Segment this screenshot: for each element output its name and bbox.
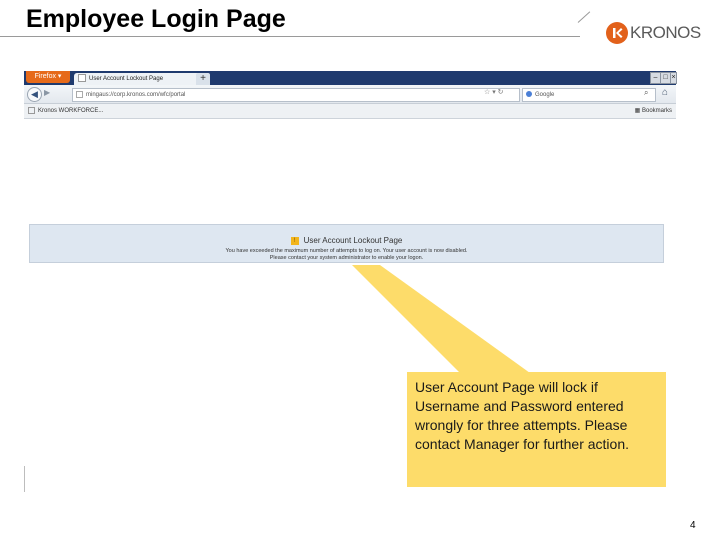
search-input[interactable]: Google <box>522 88 656 102</box>
browser-nav-bar: ◀ ▶ mingaus://corp.kronos.com/wfc/portal… <box>24 85 676 104</box>
browser-tab[interactable]: User Account Lockout Page <box>74 73 202 85</box>
bookmarks-label: Bookmarks <box>641 108 672 114</box>
page-number: 4 <box>690 520 696 531</box>
tab-favicon-icon <box>78 74 86 83</box>
firefox-menu-button[interactable]: Firefox ▾ <box>26 71 70 83</box>
bookmarks-menu[interactable]: ▦ Bookmarks <box>635 104 672 118</box>
bookmark-star-icon[interactable]: ☆ ▾ ↻ <box>484 88 504 96</box>
left-margin-tick <box>24 466 25 492</box>
home-icon[interactable]: ⌂ <box>662 87 668 98</box>
tab-title: User Account Lockout Page <box>89 76 164 82</box>
header-divider <box>0 36 580 37</box>
slide-title: Employee Login Page <box>26 5 286 33</box>
google-icon <box>526 91 532 98</box>
lockout-title: ! User Account Lockout Page <box>30 236 663 245</box>
lockout-message-line-2: Please contact your system administrator… <box>269 255 424 261</box>
warning-icon: ! <box>290 236 299 245</box>
bookmarks-toolbar: Kronos WORKFORCE... ▦ Bookmarks <box>24 104 676 119</box>
bookmark-item[interactable]: Kronos WORKFORCE... <box>38 108 103 114</box>
url-bar[interactable]: mingaus://corp.kronos.com/wfc/portal <box>72 88 520 102</box>
kronos-logo-text: KRONOS <box>630 23 701 42</box>
close-window-button[interactable]: × <box>670 72 677 84</box>
callout-note: User Account Page will lock if Username … <box>407 372 666 487</box>
header-divider-slant <box>577 11 591 23</box>
bookmark-favicon-icon <box>28 106 35 114</box>
kronos-logo-icon <box>606 22 628 44</box>
forward-arrow-icon[interactable]: ▶ <box>44 88 50 97</box>
browser-tab-bar: Firefox ▾ User Account Lockout Page + – … <box>24 71 677 85</box>
search-icon[interactable]: ⌕ <box>644 88 648 98</box>
back-arrow-icon[interactable]: ◀ <box>27 87 42 102</box>
search-placeholder: Google <box>535 92 555 98</box>
new-tab-button[interactable]: + <box>196 73 210 85</box>
lockout-title-text: User Account Lockout Page <box>303 236 403 245</box>
site-identity-icon <box>76 90 83 98</box>
lockout-message-line-1: You have exceeded the maximum number of … <box>225 248 468 254</box>
browser-window: Firefox ▾ User Account Lockout Page + – … <box>24 71 677 119</box>
firefox-menu-label: Firefox <box>34 73 56 80</box>
url-text: mingaus://corp.kronos.com/wfc/portal <box>86 92 186 98</box>
kronos-logo: KRONOS <box>606 20 701 46</box>
lockout-message-banner: ! User Account Lockout Page You have exce… <box>29 224 664 263</box>
